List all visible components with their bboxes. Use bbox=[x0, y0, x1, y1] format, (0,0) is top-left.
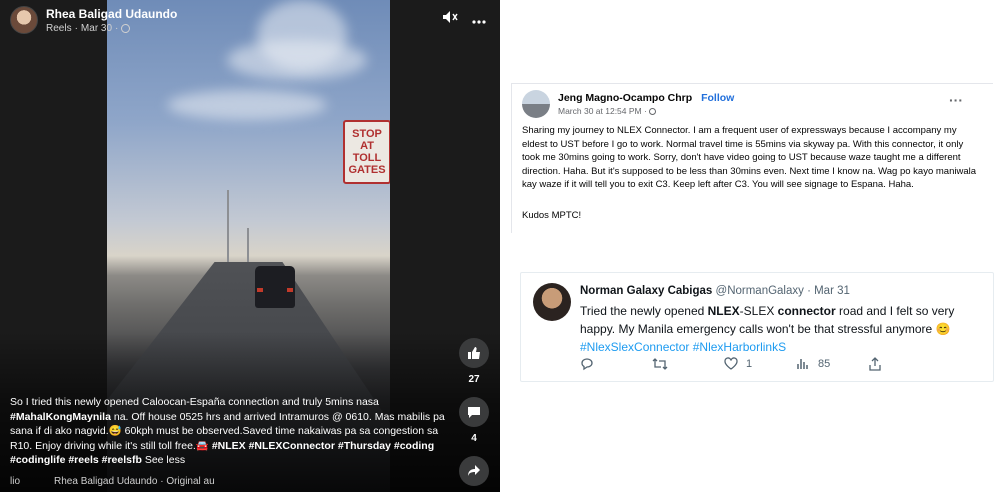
retweet-icon bbox=[652, 358, 668, 370]
meta-dot-2: · bbox=[115, 22, 119, 34]
tweet-header: Norman Galaxy Cabigas @NormanGalaxy · Ma… bbox=[580, 285, 850, 297]
tweet-handle[interactable]: @NormanGalaxy · Mar 31 bbox=[716, 285, 850, 297]
reply-icon bbox=[581, 358, 593, 371]
avatar[interactable] bbox=[533, 283, 571, 321]
like-icon bbox=[468, 347, 480, 359]
tweet-author[interactable]: Norman Galaxy Cabigas bbox=[580, 285, 712, 297]
upload-icon bbox=[869, 357, 881, 371]
tweet-text-2: -SLEX bbox=[739, 304, 778, 318]
sign-line-1: STOP bbox=[352, 128, 382, 140]
share-button[interactable] bbox=[868, 357, 940, 371]
toll-sign: STOP AT TOLL GATES bbox=[343, 120, 390, 184]
post-body: Sharing my journey to NLEX Connector. I … bbox=[522, 125, 977, 190]
reel-caption: So I tried this newly opened Caloocan-Es… bbox=[10, 395, 450, 468]
tweet-text-1: Tried the newly opened bbox=[580, 304, 708, 318]
sign-line-3: TOLL bbox=[352, 152, 382, 164]
post-author[interactable]: Jeng Magno-Ocampo Chrp bbox=[558, 92, 692, 104]
like-count: 27 bbox=[468, 374, 480, 385]
footer-left-text: lio bbox=[10, 476, 21, 487]
follow-link[interactable]: Follow bbox=[701, 92, 734, 104]
tweet-actions: 1 85 bbox=[580, 357, 940, 371]
share-button[interactable] bbox=[459, 456, 489, 486]
heart-icon bbox=[724, 357, 738, 370]
car-ahead bbox=[255, 266, 295, 308]
reel-author[interactable]: Rhea Baligad Udaundo bbox=[46, 7, 177, 21]
sign-line-2: AT bbox=[360, 140, 374, 152]
views-icon bbox=[797, 359, 808, 369]
reel-date[interactable]: Mar 30 bbox=[81, 23, 112, 34]
comment-button[interactable] bbox=[459, 397, 489, 427]
like-button[interactable]: 1 bbox=[724, 357, 796, 371]
post-header: Jeng Magno-Ocampo Chrp Follow March 30 a… bbox=[522, 90, 734, 118]
post-time-line: March 30 at 12:54 PM · bbox=[558, 106, 734, 116]
facebook-post: Jeng Magno-Ocampo Chrp Follow March 30 a… bbox=[511, 83, 993, 233]
reel-actions: 27 4 bbox=[459, 338, 489, 486]
reel-top-icons bbox=[442, 10, 486, 27]
avatar[interactable] bbox=[522, 90, 550, 118]
reel-meta: Reels · Mar 30 · bbox=[46, 23, 177, 34]
like-count: 1 bbox=[746, 358, 753, 370]
meta-dot: · bbox=[74, 22, 78, 34]
caption-text-1: So I tried this newly opened Caloocan-Es… bbox=[10, 396, 379, 408]
caption-hashtag-1[interactable]: #MahalKongMaynila bbox=[10, 411, 111, 423]
reel-type[interactable]: Reels bbox=[46, 23, 72, 34]
reply-button[interactable] bbox=[580, 357, 652, 371]
views-button[interactable]: 85 bbox=[796, 357, 868, 371]
reel-footer: lio Rhea Baligad Udaundo · Original au bbox=[10, 476, 215, 487]
retweet-button[interactable] bbox=[652, 357, 724, 371]
tweet-bold-2: connector bbox=[777, 304, 836, 318]
post-time[interactable]: March 30 at 12:54 PM · bbox=[558, 106, 649, 116]
more-icon[interactable] bbox=[472, 11, 486, 27]
sign-line-4: GATES bbox=[348, 164, 386, 176]
reel-header: Rhea Baligad Udaundo Reels · Mar 30 · bbox=[10, 6, 177, 34]
globe-icon bbox=[121, 23, 131, 33]
views-count: 85 bbox=[818, 358, 831, 370]
avatar[interactable] bbox=[10, 6, 38, 34]
reel-panel: STOP AT TOLL GATES Rhea Baligad Udaundo … bbox=[0, 0, 500, 492]
comment-icon bbox=[468, 407, 480, 418]
post-kudos: Kudos MPTC! bbox=[522, 210, 582, 221]
like-button[interactable] bbox=[459, 338, 489, 368]
tweet-hashtags[interactable]: #NlexSlexConnector #NlexHarborlinkS bbox=[580, 338, 980, 356]
tweet-bold-1: NLEX bbox=[707, 304, 740, 318]
original-audio[interactable]: Rhea Baligad Udaundo · Original au bbox=[54, 476, 215, 487]
right-panel bbox=[500, 0, 1000, 492]
share-icon bbox=[468, 465, 480, 476]
globe-icon bbox=[649, 108, 657, 116]
post-author-line: Jeng Magno-Ocampo Chrp Follow bbox=[558, 92, 734, 104]
tweet-body: Tried the newly opened NLEX-SLEX connect… bbox=[580, 302, 980, 356]
mute-icon[interactable] bbox=[442, 10, 458, 27]
comment-count: 4 bbox=[471, 433, 477, 444]
more-icon[interactable]: ··· bbox=[949, 92, 963, 108]
tweet-card: Norman Galaxy Cabigas @NormanGalaxy · Ma… bbox=[520, 272, 994, 382]
see-less-link[interactable]: See less bbox=[142, 454, 185, 466]
